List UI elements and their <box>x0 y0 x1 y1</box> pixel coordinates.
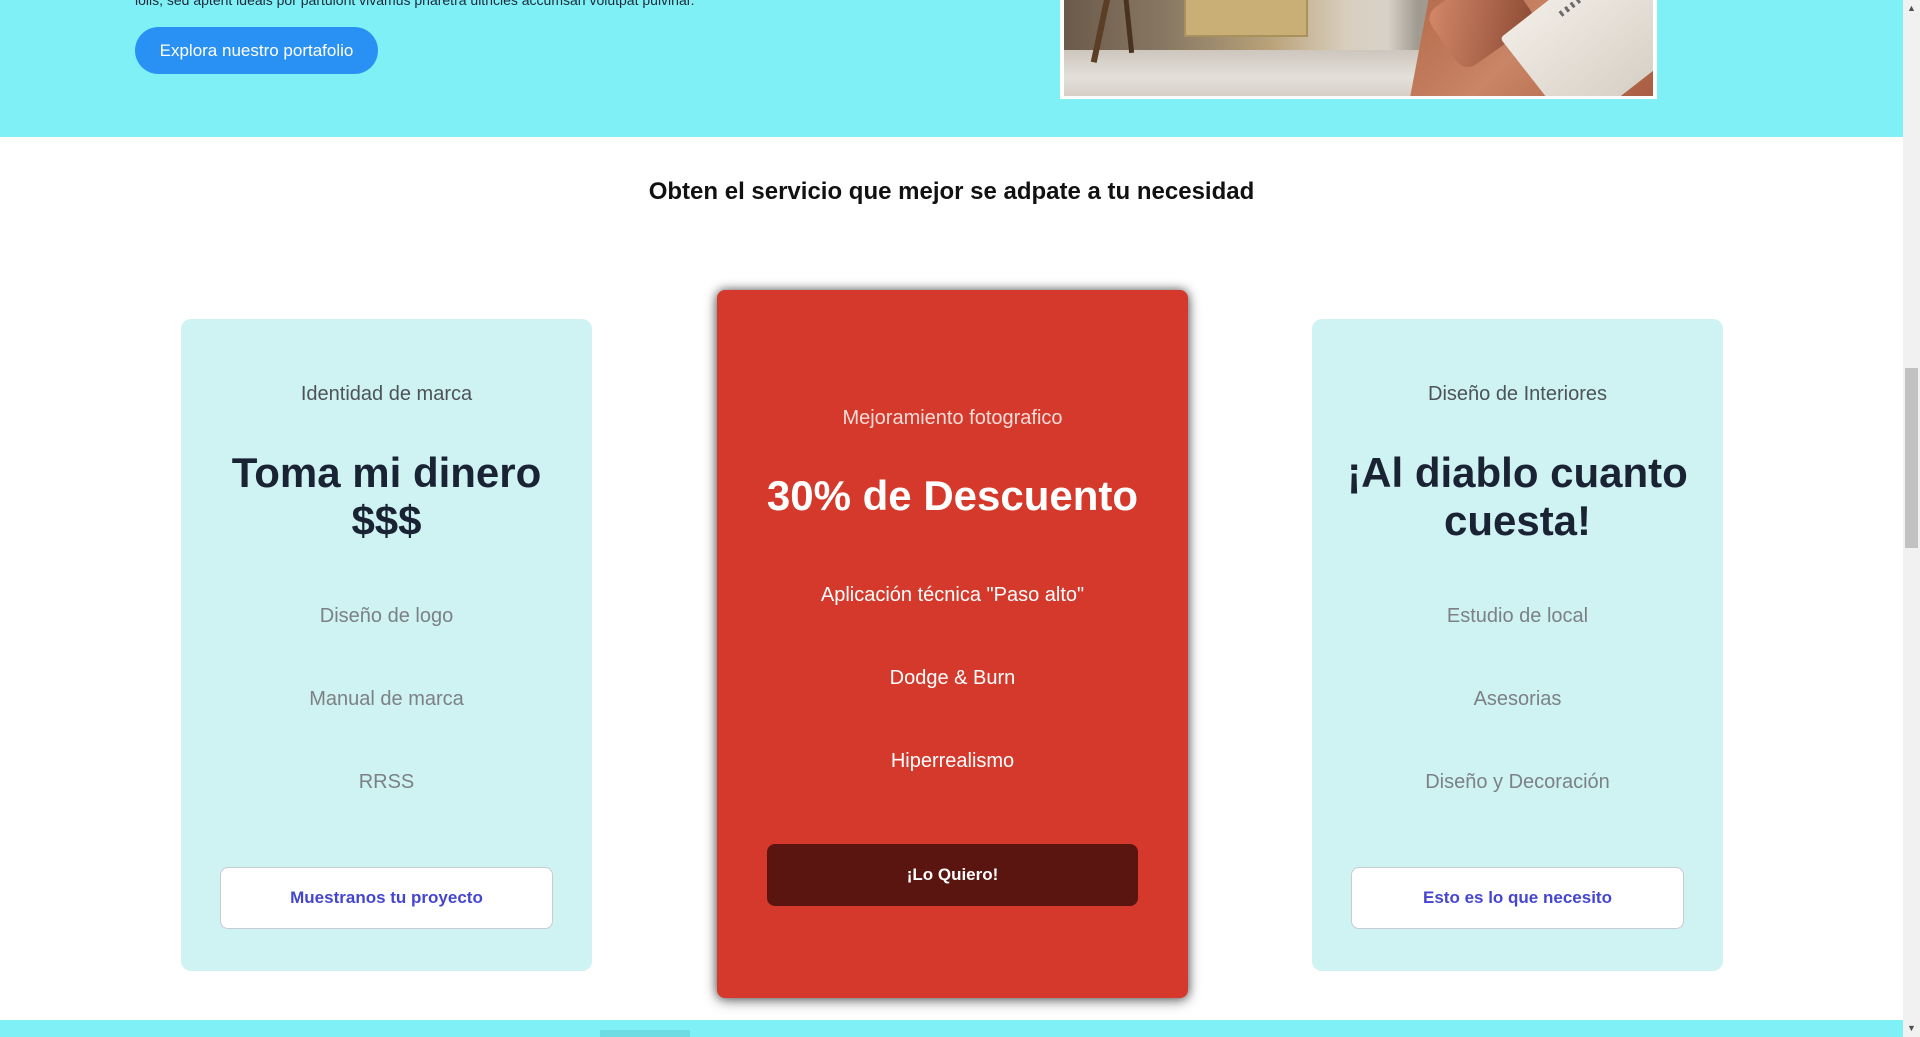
hero-section: iolis, sed aptent ideals por partuiont v… <box>0 0 1903 137</box>
want-it-button[interactable]: ¡Lo Quiero! <box>767 844 1138 906</box>
scroll-down-arrow-icon[interactable]: ▼ <box>1903 1020 1920 1037</box>
card-feature-item: Dodge & Burn <box>889 667 1016 689</box>
page-scrollbar[interactable]: ▲ ▼ <box>1903 0 1920 1037</box>
card-headline: ¡Al diablo cuanto cuesta! <box>1347 449 1688 544</box>
hero-image <box>1060 0 1657 99</box>
footer-band <box>0 1020 1903 1037</box>
footer-band-shade <box>600 1030 690 1037</box>
card-feature-item: Diseño y Decoración <box>1425 771 1610 793</box>
show-project-button[interactable]: Muestranos tu proyecto <box>220 867 553 929</box>
hero-description: iolis, sed aptent ideals por partuiont v… <box>135 0 695 8</box>
card-feature-item: Estudio de local <box>1446 605 1589 627</box>
card-headline: Toma mi dinero $$$ <box>231 449 542 544</box>
hero-photo-content <box>1064 0 1653 96</box>
photo-rug <box>1184 0 1308 37</box>
card-feature-item: Aplicación técnica "Paso alto" <box>820 584 1085 606</box>
service-card-interior-design: Diseño de Interiores ¡Al diablo cuanto c… <box>1312 319 1723 971</box>
scrollbar-thumb[interactable] <box>1905 368 1918 548</box>
card-subtitle: Diseño de Interiores <box>1428 383 1607 405</box>
card-feature-item: Manual de marca <box>309 688 464 710</box>
service-card-brand-identity: Identidad de marca Toma mi dinero $$$ Di… <box>181 319 592 971</box>
card-headline: 30% de Descuento <box>766 472 1139 519</box>
services-title: Obten el servicio que mejor se adpate a … <box>648 178 1255 205</box>
this-is-what-i-need-button[interactable]: Esto es lo que necesito <box>1351 867 1684 929</box>
scroll-up-arrow-icon[interactable]: ▲ <box>1903 0 1920 17</box>
card-feature-item: RRSS <box>358 771 415 793</box>
card-feature-item: Hiperrealismo <box>890 750 1015 772</box>
photo-easel-leg <box>1122 0 1135 54</box>
photo-floor <box>1064 49 1430 96</box>
card-feature-item: Asesorias <box>1473 688 1562 710</box>
portfolio-button[interactable]: Explora nuestro portafolio <box>135 27 378 74</box>
card-feature-item: Diseño de logo <box>319 605 454 627</box>
card-subtitle: Mejoramiento fotografico <box>842 407 1063 429</box>
card-subtitle: Identidad de marca <box>300 383 473 405</box>
service-card-photo-enhancement: Mejoramiento fotografico 30% de Descuent… <box>717 290 1188 998</box>
